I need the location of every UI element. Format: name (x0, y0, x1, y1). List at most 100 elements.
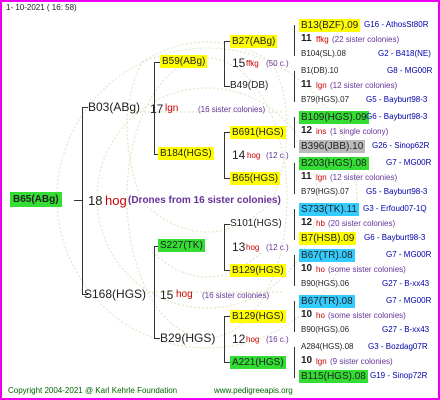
gen2-race: ffkg (246, 59, 259, 68)
gen2-node[interactable]: B29(HGS) (160, 331, 215, 346)
gen2-note: (50 c.) (266, 59, 289, 68)
gen4-note: (12 sister colonies) (330, 173, 398, 182)
gen2-gen: 13 (232, 240, 246, 254)
root-connector-stub (74, 200, 82, 201)
connector (294, 255, 295, 286)
gen1-sire-race: hog (176, 289, 193, 300)
connector (294, 209, 295, 240)
gen2-gen: 15 (232, 56, 246, 70)
gen4-race: lgn (316, 81, 327, 90)
gen4-queen[interactable]: B90(HGS).06 (301, 324, 349, 335)
gen3-node[interactable]: S101(HGS) (230, 218, 282, 230)
gen4-ref: G6 - Bayburt98-3 (366, 112, 428, 121)
gen4-queen[interactable]: B79(HGS).07 (301, 186, 349, 197)
gen3-node[interactable]: A221(HGS) (230, 356, 286, 369)
gen4-race: ho (316, 265, 325, 274)
gen2-note: (16 c.) (266, 335, 289, 344)
gen4-ref: G7 - MG00R (386, 250, 432, 259)
gen4-count: 10 (301, 309, 313, 320)
gen3-node[interactable]: B65(HGS) (230, 172, 281, 185)
gen4-count: 11 (301, 171, 312, 182)
connector (294, 163, 295, 194)
gen4-queen[interactable]: B67(TR).08 (299, 295, 355, 308)
gen4-queen[interactable]: B396(JBB).10 (299, 140, 366, 153)
gen4-queen[interactable]: B67(TR).08 (299, 249, 355, 262)
gen2-race: hog (246, 243, 260, 252)
connector (294, 117, 295, 148)
connector (154, 62, 155, 155)
footer-website[interactable]: www.pedigreeapis.org (214, 385, 293, 396)
gen4-note: (1 single colony) (330, 127, 389, 136)
connector (224, 41, 225, 87)
gen4-race: lgn (316, 173, 327, 182)
gen4-note: (some sister colonies) (328, 311, 406, 320)
gen4-count: 12 (301, 125, 313, 136)
connector (294, 301, 295, 332)
gen3-node[interactable]: B129(HGS) (230, 310, 286, 323)
gen3-node[interactable]: B49(DB) (230, 80, 268, 92)
gen2-gen: 14 (232, 148, 246, 162)
gen3-node[interactable]: B691(HGS) (230, 126, 286, 139)
root-race: hog (105, 193, 127, 208)
gen1-dam-note: (16 sister colonies) (198, 105, 266, 114)
gen4-queen[interactable]: B109(HGS).09 (299, 111, 369, 124)
gen2-node[interactable]: S227(TK) (158, 239, 205, 252)
gen1-dam[interactable]: B03(ABg) (88, 100, 140, 115)
gen4-race: ins (316, 127, 327, 136)
date-stamp: 1- 10-2021 ( 16: 58) (6, 3, 77, 12)
gen2-race: hog (247, 151, 261, 160)
gen1-sire-gen: 15 (160, 288, 174, 302)
root-note: (Drones from 16 sister colonies) (128, 195, 281, 206)
gen4-queen[interactable]: B203(HGS).08 (299, 157, 369, 170)
pedigree-frame: 1- 10-2021 ( 16: 58) B65(ABg) 18 hog (Dr… (0, 0, 440, 400)
gen1-sire-note: (16 sister colonies) (202, 291, 270, 300)
root-gen: 18 (88, 193, 103, 208)
gen4-ref: G6 - Bayburt98-3 (364, 233, 426, 242)
gen4-ref: G7 - MG00R (386, 158, 432, 167)
connector (224, 132, 225, 179)
gen4-ref: G16 - AthosSt80R (364, 20, 429, 29)
gen3-node[interactable]: B129(HGS) (230, 264, 286, 277)
connector (224, 224, 225, 271)
gen4-queen[interactable]: B7(HSB).09 (299, 232, 357, 245)
gen4-note: (12 sister colonies) (330, 81, 398, 90)
connector (294, 71, 295, 102)
gen4-ref: G5 - Bayburt98-3 (366, 187, 428, 196)
gen4-ref: G19 - Sinop72R (370, 371, 428, 380)
gen4-ref: G27 - B-xx43 (382, 325, 430, 334)
gen4-queen[interactable]: B13(BZF).09 (299, 19, 361, 32)
gen4-count: 12 (301, 217, 313, 228)
gen2-node[interactable]: B59(ABg) (160, 55, 208, 68)
connector (294, 347, 295, 378)
gen4-ref: G5 - Bayburt98-3 (366, 95, 428, 104)
connector (154, 246, 155, 339)
gen4-queen[interactable]: S733(TK).11 (299, 203, 359, 216)
gen4-note: (some sister colonies) (328, 265, 406, 274)
gen4-ref: G3 - Erfoud07-1Q (363, 204, 427, 213)
root-queen[interactable]: B65(ABg) (10, 192, 62, 207)
gen4-ref: G27 - B-xx43 (382, 279, 430, 288)
gen4-count: 11 (301, 79, 312, 90)
gen4-ref: G8 - MG00R (387, 66, 433, 75)
gen4-race: ffkg (316, 35, 329, 44)
gen2-gen: 12 (232, 332, 246, 346)
gen2-node[interactable]: B184(HGS) (158, 147, 214, 160)
gen4-queen[interactable]: B104(SL).08 (301, 48, 346, 59)
gen4-count: 11 (301, 33, 312, 44)
gen3-node[interactable]: B27(ABg) (230, 35, 278, 48)
gen4-note: (9 sister colonies) (330, 357, 393, 366)
gen4-queen[interactable]: B1(DB).10 (301, 65, 338, 76)
gen4-ref: G2 - B418(NE) (378, 49, 431, 58)
connector (294, 25, 295, 56)
gen4-queen[interactable]: B115(HGS).08 (299, 370, 368, 383)
gen4-note: (22 sister colonies) (332, 35, 400, 44)
gen4-queen[interactable]: B79(HGS).07 (301, 94, 349, 105)
gen1-sire[interactable]: S168(HGS) (84, 287, 146, 302)
gen4-count: 10 (301, 355, 313, 366)
gen2-race: hog (246, 335, 260, 344)
gen4-note: (20 sister colonies) (328, 219, 396, 228)
gen4-queen[interactable]: B90(HGS).06 (301, 278, 349, 289)
gen4-queen[interactable]: A284(HGS).08 (301, 341, 353, 352)
gen4-race: hb (316, 219, 325, 228)
gen4-ref: G26 - Sinop62R (372, 141, 430, 150)
